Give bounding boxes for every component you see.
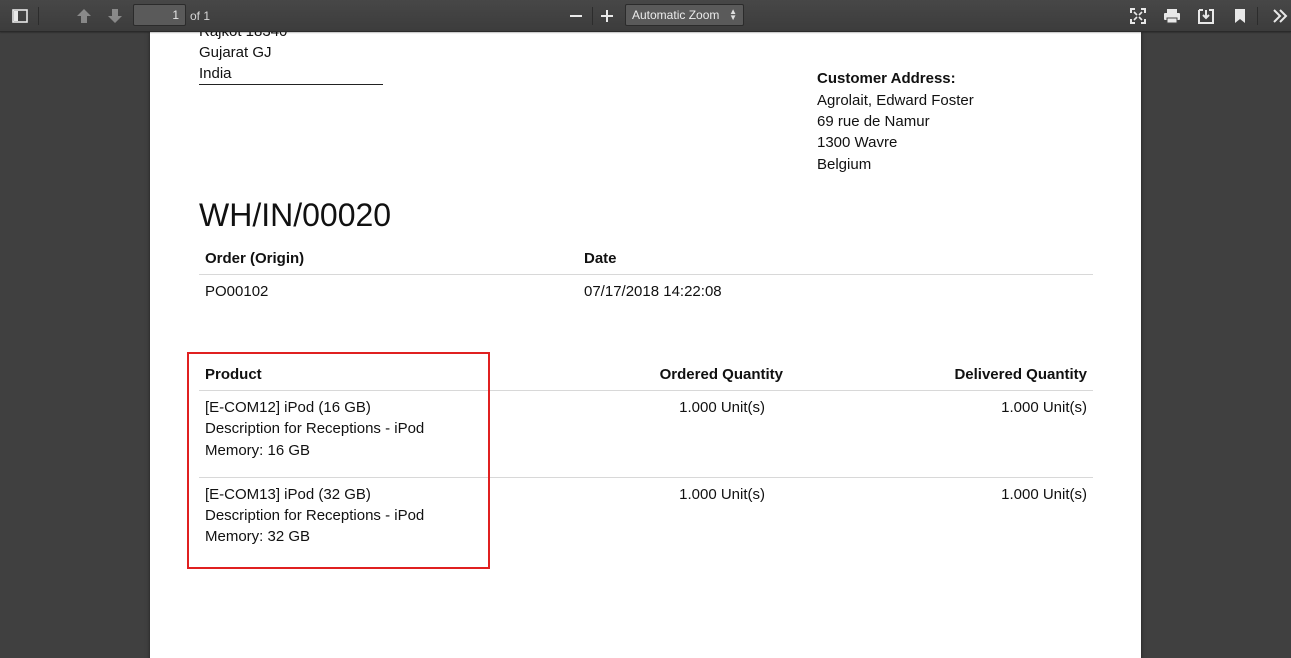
presentation-mode-icon — [1130, 8, 1146, 24]
toolbar-separator — [1257, 7, 1258, 25]
sender-country: India — [199, 65, 232, 82]
bookmark-icon — [1234, 8, 1246, 24]
previous-page-button[interactable] — [71, 4, 97, 28]
download-icon — [1198, 8, 1214, 24]
sender-state: Gujarat GJ — [199, 44, 272, 61]
customer-address-heading: Customer Address: — [817, 70, 956, 87]
previous-page-icon — [76, 8, 92, 24]
document-reference: WH/IN/00020 — [199, 197, 392, 233]
delivered-quantity: 1.000 Unit(s) — [1001, 399, 1087, 416]
toolbar-separator — [38, 7, 39, 25]
ordered-quantity: 1.000 Unit(s) — [679, 399, 765, 416]
delivered-quantity-header: Delivered Quantity — [954, 366, 1087, 383]
sender-underline — [199, 84, 383, 85]
product-column-highlight-box — [187, 352, 490, 569]
date-value: 07/17/2018 14:22:08 — [584, 283, 722, 300]
next-page-button[interactable] — [102, 4, 128, 28]
pdf-toolbar: 1 of 1 Automatic Zoom ▲ ▼ — [0, 0, 1291, 32]
print-icon — [1163, 8, 1181, 24]
zoom-out-icon — [570, 10, 582, 22]
zoom-in-button[interactable] — [594, 4, 620, 28]
customer-street: 69 rue de Namur — [817, 113, 930, 130]
tools-icon — [1272, 9, 1288, 23]
zoom-in-icon — [601, 10, 613, 22]
page-count-label: of 1 — [190, 9, 211, 23]
sidebar-toggle-icon — [12, 9, 28, 23]
toolbar-separator — [592, 7, 593, 25]
download-button[interactable] — [1193, 4, 1219, 28]
order-origin-header: Order (Origin) — [205, 250, 305, 267]
print-button[interactable] — [1159, 4, 1185, 28]
presentation-mode-button[interactable] — [1125, 4, 1151, 28]
page-number-input[interactable]: 1 — [133, 4, 186, 26]
info-table-divider — [199, 274, 1093, 275]
delivered-quantity: 1.000 Unit(s) — [1001, 486, 1087, 503]
date-header: Date — [584, 250, 617, 267]
zoom-out-button[interactable] — [563, 4, 589, 28]
bookmark-button[interactable] — [1227, 4, 1253, 28]
tools-button[interactable] — [1267, 4, 1291, 28]
sender-city: Rajkot 18340 — [199, 32, 287, 41]
chevron-updown-icon: ▲ ▼ — [729, 7, 737, 22]
ordered-quantity-header: Ordered Quantity — [659, 366, 783, 383]
ordered-quantity: 1.000 Unit(s) — [679, 486, 765, 503]
customer-city: 1300 Wavre — [817, 134, 898, 151]
pdf-page: Rajkot 18340 Gujarat GJ India Customer A… — [150, 32, 1141, 658]
customer-country: Belgium — [817, 156, 872, 173]
zoom-select[interactable]: Automatic Zoom ▲ ▼ — [625, 4, 744, 26]
customer-name: Agrolait, Edward Foster — [817, 92, 974, 109]
next-page-icon — [107, 8, 123, 24]
order-origin-value: PO00102 — [205, 283, 269, 300]
zoom-select-value: Automatic Zoom — [632, 8, 720, 22]
sidebar-toggle-button[interactable] — [7, 4, 33, 28]
